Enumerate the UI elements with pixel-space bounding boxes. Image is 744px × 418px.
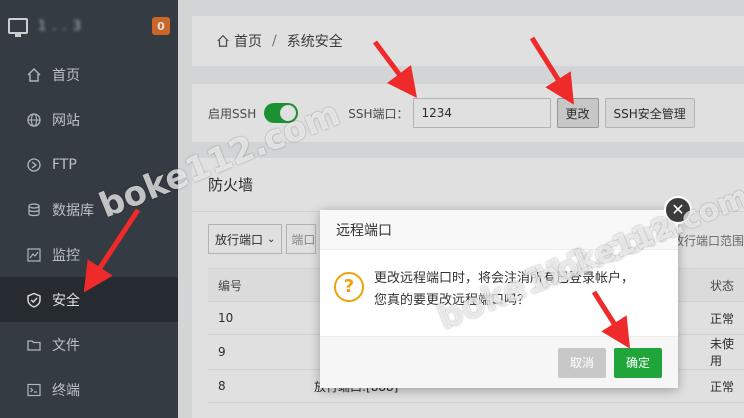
dialog-message: 更改远程端口时，将会注消所有已登录帐户， 您真的要更改远程端口吗？ <box>374 268 634 312</box>
dialog-body: ? 更改远程端口时，将会注消所有已登录帐户， 您真的要更改远程端口吗？ <box>320 250 678 312</box>
close-icon[interactable]: ✕ <box>664 196 692 224</box>
question-icon: ? <box>334 272 364 302</box>
dialog-title: 远程端口 <box>320 210 678 250</box>
dialog-message-line1: 更改远程端口时，将会注消所有已登录帐户， <box>374 271 635 286</box>
cancel-button[interactable]: 取消 <box>557 347 606 378</box>
confirm-button[interactable]: 确定 <box>613 347 662 378</box>
dialog-message-line2: 您真的要更改远程端口吗？ <box>374 293 531 308</box>
dialog-footer: 取消 确定 <box>320 336 678 388</box>
confirm-dialog: 远程端口 ✕ ? 更改远程端口时，将会注消所有已登录帐户， 您真的要更改远程端口… <box>320 196 692 388</box>
